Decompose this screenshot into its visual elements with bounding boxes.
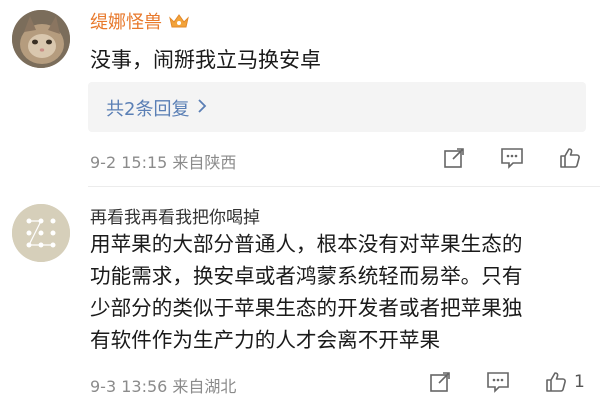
comment-text-line: 有软件作为生产力的人才会离不开苹果: [90, 328, 441, 352]
timestamp: 9-2 15:15: [90, 153, 168, 172]
avatar[interactable]: [12, 204, 70, 262]
share-icon[interactable]: [440, 144, 468, 172]
comment-meta: 9-2 15:15 来自陕西: [90, 149, 236, 173]
like-icon[interactable]: [542, 368, 570, 396]
comment-text-line: 少部分的类似于苹果生态的开发者或者把苹果独: [90, 296, 523, 320]
avatar[interactable]: [12, 10, 70, 68]
view-replies-link[interactable]: 共2条回复: [106, 95, 207, 121]
username[interactable]: 再看我再看我把你喝掉: [90, 203, 260, 228]
share-icon[interactable]: [426, 368, 454, 396]
reply-summary-box[interactable]: 共2条回复: [88, 82, 586, 132]
username[interactable]: 缇娜怪兽: [90, 8, 190, 34]
comment-actions: [440, 144, 584, 172]
divider: [88, 186, 600, 187]
comment-text: 没事，闹掰我立马换安卓: [90, 48, 321, 72]
username-label: 缇娜怪兽: [90, 12, 162, 33]
chevron-right-icon: [197, 98, 207, 119]
cat-avatar-image: [12, 10, 70, 68]
comment-text: 用苹果的大部分普通人，根本没有对苹果生态的 功能需求，换安卓或者鸿蒙系统轻而易举…: [90, 228, 590, 356]
location: 来自湖北: [172, 377, 237, 396]
comment-icon[interactable]: [484, 368, 512, 396]
location: 来自陕西: [172, 153, 237, 172]
pattern-lock-avatar-image: [12, 204, 70, 262]
like-icon[interactable]: [556, 144, 584, 172]
reply-count-label: 共2条回复: [106, 99, 190, 120]
comment-actions: 1: [426, 368, 585, 396]
comment-text-line: 用苹果的大部分普通人，根本没有对苹果生态的: [90, 232, 523, 256]
comment-icon[interactable]: [498, 144, 526, 172]
like-count: 1: [574, 372, 585, 392]
comment-text-line: 功能需求，换安卓或者鸿蒙系统轻而易举。只有: [90, 264, 523, 288]
crown-icon: [168, 12, 190, 30]
timestamp: 9-3 13:56: [90, 377, 168, 396]
comment-meta: 9-3 13:56 来自湖北: [90, 373, 236, 397]
